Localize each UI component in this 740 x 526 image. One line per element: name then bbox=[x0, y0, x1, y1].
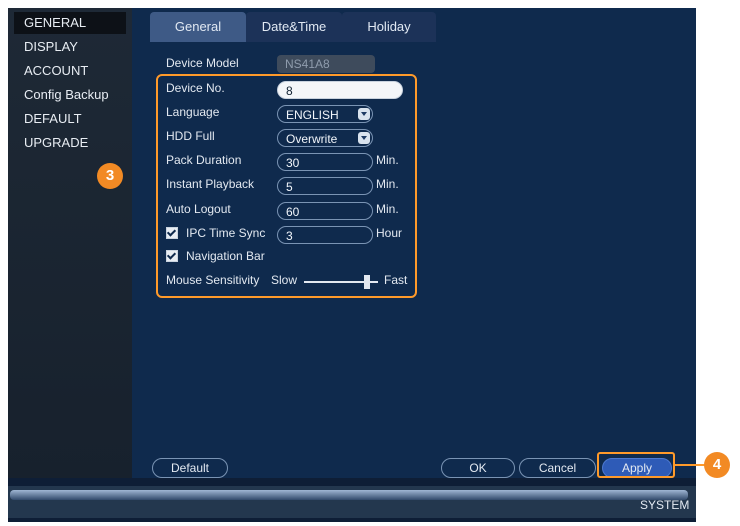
ipc-time-sync-checkbox[interactable] bbox=[166, 227, 178, 239]
mouse-sensitivity-slow-label: Slow bbox=[271, 273, 298, 287]
chevron-down-icon bbox=[358, 108, 370, 120]
chevron-down-icon bbox=[358, 132, 370, 144]
sidebar-item-config-backup[interactable]: Config Backup bbox=[14, 84, 126, 106]
device-model-value: NS41A8 bbox=[277, 55, 375, 73]
auto-logout-unit: Min. bbox=[376, 202, 399, 216]
ipc-time-sync-unit: Hour bbox=[376, 226, 403, 240]
sidebar-item-general[interactable]: GENERAL bbox=[14, 12, 126, 34]
mouse-sensitivity-fast-label: Fast bbox=[384, 273, 408, 287]
ok-button[interactable]: OK bbox=[441, 458, 515, 478]
tab-general[interactable]: General bbox=[150, 12, 246, 42]
hdd-full-dropdown[interactable]: Overwrite bbox=[277, 129, 373, 147]
language-value: ENGLISH bbox=[286, 108, 339, 122]
mouse-sensitivity-handle[interactable] bbox=[364, 275, 370, 289]
language-dropdown[interactable]: ENGLISH bbox=[277, 105, 373, 123]
cancel-button[interactable]: Cancel bbox=[519, 458, 596, 478]
auto-logout-label: Auto Logout bbox=[166, 202, 231, 216]
pack-duration-field[interactable]: 30 bbox=[277, 153, 373, 171]
sidebar-item-account[interactable]: ACCOUNT bbox=[14, 60, 126, 82]
footer-sheen bbox=[10, 490, 688, 500]
device-no-label: Device No. bbox=[166, 81, 225, 95]
sidebar-item-default[interactable]: DEFAULT bbox=[14, 108, 126, 130]
main-panel bbox=[132, 8, 696, 478]
sidebar-item-upgrade[interactable]: UPGRADE bbox=[14, 132, 126, 154]
hdd-full-value: Overwrite bbox=[286, 132, 338, 146]
mouse-sensitivity-label: Mouse Sensitivity bbox=[166, 273, 260, 287]
instant-playback-field[interactable]: 5 bbox=[277, 177, 373, 195]
pack-duration-label: Pack Duration bbox=[166, 153, 242, 167]
instant-playback-label: Instant Playback bbox=[166, 177, 255, 191]
sidebar: GENERAL DISPLAY ACCOUNT Config Backup DE… bbox=[8, 8, 132, 478]
callout-marker-3: 3 bbox=[97, 163, 123, 189]
hdd-full-label: HDD Full bbox=[166, 129, 215, 143]
pack-duration-unit: Min. bbox=[376, 153, 399, 167]
device-model-label: Device Model bbox=[166, 56, 239, 70]
default-button[interactable]: Default bbox=[152, 458, 228, 478]
ipc-time-sync-label: IPC Time Sync bbox=[186, 226, 266, 240]
auto-logout-field[interactable]: 60 bbox=[277, 202, 373, 220]
apply-button[interactable]: Apply bbox=[602, 458, 672, 478]
tab-holiday[interactable]: Holiday bbox=[342, 12, 436, 42]
footer-label: SYSTEM bbox=[640, 498, 690, 512]
navigation-bar-checkbox[interactable] bbox=[166, 250, 178, 262]
navigation-bar-label: Navigation Bar bbox=[186, 249, 265, 263]
callout-line bbox=[675, 464, 707, 466]
sidebar-item-display[interactable]: DISPLAY bbox=[14, 36, 126, 58]
callout-marker-4: 4 bbox=[704, 452, 730, 478]
tab-date-time[interactable]: Date&Time bbox=[246, 12, 342, 42]
instant-playback-unit: Min. bbox=[376, 177, 399, 191]
device-no-field[interactable]: 8 bbox=[277, 81, 403, 99]
ipc-time-sync-field[interactable]: 3 bbox=[277, 226, 373, 244]
language-label: Language bbox=[166, 105, 220, 119]
